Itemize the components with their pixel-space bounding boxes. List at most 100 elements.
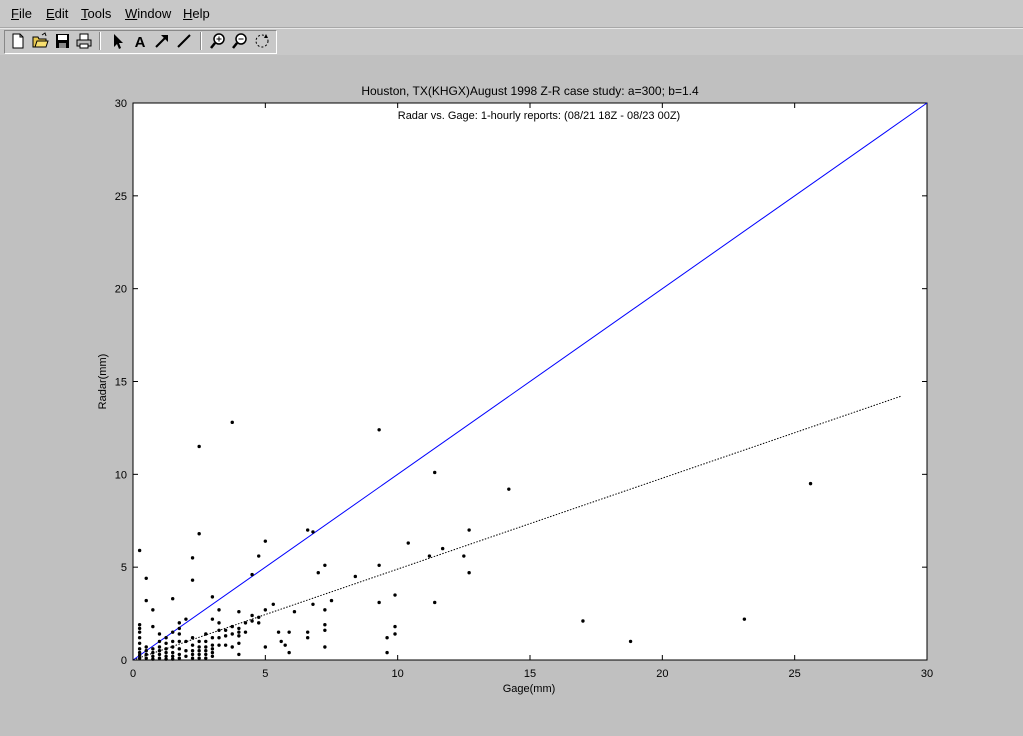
data-point xyxy=(197,656,201,660)
data-point xyxy=(164,636,168,640)
data-point xyxy=(323,608,327,612)
data-point xyxy=(210,654,215,658)
data-point xyxy=(243,630,248,634)
data-point xyxy=(217,621,221,625)
data-point xyxy=(467,571,471,575)
arrow-select-icon[interactable] xyxy=(108,31,128,51)
x-tick-label: 5 xyxy=(262,668,268,680)
data-point xyxy=(292,610,297,614)
data-point xyxy=(137,548,142,553)
data-point xyxy=(230,420,234,425)
data-point xyxy=(210,595,215,599)
data-point xyxy=(144,598,148,603)
arrow-tool-icon[interactable] xyxy=(152,31,172,51)
text-tool-icon[interactable]: A xyxy=(130,31,150,51)
data-point xyxy=(157,649,162,653)
data-point xyxy=(137,636,142,640)
data-point xyxy=(257,621,261,625)
data-point xyxy=(137,641,142,645)
menu-tools[interactable]: Tools xyxy=(81,6,111,21)
data-point xyxy=(164,650,168,655)
data-point xyxy=(204,652,208,657)
data-point xyxy=(177,656,182,660)
data-point xyxy=(137,623,142,627)
data-point xyxy=(257,554,261,558)
data-point xyxy=(433,470,437,475)
data-point xyxy=(144,645,148,649)
data-point xyxy=(204,632,208,636)
data-point xyxy=(440,546,445,551)
figure-window: Houston, TX(KHGX)August 1998 Z-R case st… xyxy=(0,55,1023,736)
data-point xyxy=(190,656,195,660)
y-tick-label: 10 xyxy=(115,469,127,481)
data-point xyxy=(164,647,168,651)
toolbar-separator xyxy=(200,32,202,50)
data-point xyxy=(323,623,327,627)
data-point xyxy=(151,624,155,629)
data-point xyxy=(323,563,327,568)
y-tick-label: 25 xyxy=(115,191,127,203)
zoom-in-icon[interactable] xyxy=(208,31,228,51)
data-point xyxy=(164,657,168,661)
data-point xyxy=(190,649,195,653)
data-point xyxy=(287,630,291,634)
data-point xyxy=(353,574,358,579)
data-point xyxy=(217,608,221,612)
line-tool-icon[interactable] xyxy=(174,31,194,51)
data-point xyxy=(197,649,201,653)
x-tick-label: 0 xyxy=(130,668,136,680)
data-point xyxy=(144,649,148,653)
data-point xyxy=(237,626,241,631)
x-tick-label: 10 xyxy=(392,668,404,680)
data-point xyxy=(237,652,241,657)
data-point xyxy=(271,602,275,606)
x-tick-label: 15 xyxy=(524,668,536,680)
data-point xyxy=(237,641,241,645)
data-point xyxy=(190,578,195,582)
data-point xyxy=(190,643,195,647)
chart-subtitle: Radar vs. Gage: 1-hourly reports: (08/21… xyxy=(398,110,680,122)
data-point xyxy=(628,639,633,644)
data-point xyxy=(279,639,283,644)
y-tick-label: 30 xyxy=(115,98,127,110)
data-point xyxy=(197,532,201,536)
menu-file[interactable]: File xyxy=(11,6,32,21)
data-point xyxy=(157,632,162,636)
x-axis-label: Gage(mm) xyxy=(503,683,556,695)
data-point xyxy=(177,652,182,657)
menu-edit[interactable]: Edit xyxy=(46,6,68,21)
data-point xyxy=(210,617,215,621)
new-figure-icon[interactable] xyxy=(8,31,28,51)
data-point xyxy=(467,528,471,532)
data-point xyxy=(171,657,175,661)
data-point xyxy=(316,571,320,575)
y-tick-label: 15 xyxy=(115,377,127,389)
data-point xyxy=(177,626,182,631)
data-point xyxy=(311,602,315,606)
rotate-icon[interactable] xyxy=(252,31,272,51)
menu-window[interactable]: Window xyxy=(125,6,171,21)
data-point xyxy=(171,650,175,655)
save-icon[interactable] xyxy=(52,31,72,51)
data-point xyxy=(171,645,175,649)
open-folder-icon[interactable] xyxy=(30,31,50,51)
data-point xyxy=(237,610,241,614)
data-point xyxy=(204,645,208,649)
data-point xyxy=(237,634,241,638)
data-point xyxy=(377,428,381,432)
data-point xyxy=(177,632,182,636)
print-icon[interactable] xyxy=(74,31,94,51)
data-point xyxy=(243,621,248,625)
y-axis-label: Radar(mm) xyxy=(97,354,109,410)
data-point xyxy=(385,636,389,640)
zoom-out-icon[interactable] xyxy=(230,31,250,51)
menu-help[interactable]: Help xyxy=(183,6,210,21)
y-tick-label: 5 xyxy=(121,562,127,574)
x-tick-label: 30 xyxy=(921,668,933,680)
data-point xyxy=(190,556,195,560)
y-tick-label: 0 xyxy=(121,655,127,667)
data-point xyxy=(151,608,155,612)
toolbar: A xyxy=(0,28,1023,56)
data-point xyxy=(177,647,182,651)
data-point xyxy=(210,650,215,655)
